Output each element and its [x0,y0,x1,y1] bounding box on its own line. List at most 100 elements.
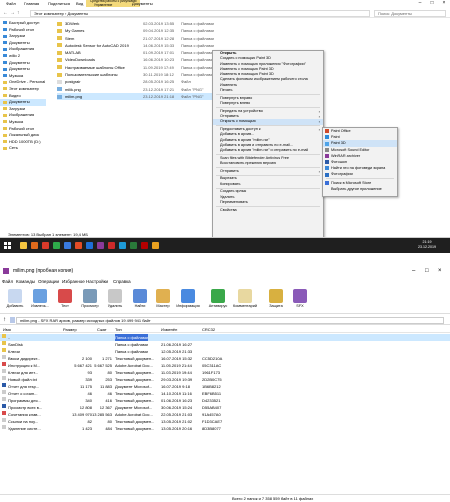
tab-share[interactable]: Поделиться [44,0,74,7]
table-row[interactable]: Отчет для resp... 11 175 11 883 Документ Mi… [0,383,450,390]
taskbar-app-icon[interactable] [86,242,93,249]
taskbar-app-icon[interactable] [130,242,137,249]
file-row[interactable]: Пользовательские шаблоны 30.11.2019 18:12… [57,71,217,78]
maximize-icon[interactable]: □ [426,0,438,7]
minimize-icon[interactable]: – [414,0,426,7]
search-input[interactable]: Поиск: Документы [374,10,446,17]
nav-item[interactable]: Видео [0,93,46,100]
nav-item[interactable]: willo 2 [0,53,46,60]
up-icon[interactable]: ↑ [17,10,20,16]
tab-view[interactable]: Вид [72,0,87,7]
nav-item[interactable]: Документы [0,66,46,73]
context-menu-item[interactable]: Свойства [213,208,323,213]
table-row[interactable]: .. Папка с файлами [0,334,450,341]
table-row[interactable]: Ввоcи дидирект... 2 100 1 271 Текстовый док… [0,355,450,362]
table-row[interactable]: Ключи для инт... 93 80 Текстовый докумен...… [0,369,450,376]
context-menu-item[interactable]: Отправить › [213,169,323,174]
menu-item[interactable]: Справка [113,278,131,286]
minimize-icon[interactable]: – [412,265,415,277]
nav-item[interactable]: Музыка [0,119,46,126]
toolbar-button[interactable]: Информация [175,289,201,313]
menu-item[interactable]: Операции [38,278,59,286]
file-row[interactable]: postgrair 28.05.2019 16:25 Файл [57,78,217,85]
taskbar-app-icon[interactable] [53,242,60,249]
table-row[interactable]: SanDisk Папка с файлами 21.06.2019 16:27 [0,341,450,348]
forward-icon[interactable]: → [10,10,15,16]
taskbar-app-icon[interactable] [108,242,115,249]
column-header-cell[interactable]: Имя [3,326,11,333]
archive-path[interactable]: milim.png - SFX RAR архив, размер исходн… [16,317,444,324]
file-row[interactable]: Autodesk Sensor for AutoCAD 2019 14.06.20… [57,42,217,49]
menu-item[interactable]: Настройки [86,278,108,286]
file-row[interactable]: MATLAB 01.09.2019 17:01 Папка с файлами [57,49,217,56]
toolbar-button[interactable]: Антивирус [205,289,231,313]
tab-home[interactable]: Главная [20,0,43,7]
context-menu-item[interactable]: Добавить в архив "milim.rar" и отправить… [213,148,323,153]
table-row[interactable]: Программы для... 340 416 Текстовый докумен.… [0,397,450,404]
toolbar-button[interactable]: Тест [52,289,78,313]
close-icon[interactable]: × [438,265,442,277]
taskbar-app-icon[interactable] [152,242,159,249]
nav-item[interactable]: Локальный диск [0,132,46,139]
file-row[interactable]: 3DWerk 02.03.2019 13:55 Папка с файлами [57,20,217,27]
table-row[interactable]: Удаление систе... 1 423 484 Текстовый докум… [0,425,450,432]
taskbar-app-icon[interactable] [119,242,126,249]
context-menu-item[interactable]: Переименовать [213,200,323,205]
nav-item[interactable]: Изображения [0,112,46,119]
up-icon[interactable]: ↑ [3,316,6,325]
file-row[interactable]: VideoDownloads 16.06.2019 10:23 Папка с фа… [57,56,217,63]
clock[interactable]: 21:19 23.12.2019 [418,240,436,250]
nav-item[interactable]: Музыка [0,73,46,80]
menu-item[interactable]: Файл [2,278,13,286]
taskbar-app-icon[interactable] [75,242,82,249]
file-row[interactable]: milik.png 23.12.2019 17:21 Файл "PNG" [57,86,217,93]
context-menu-item[interactable]: Печать [213,88,323,93]
toolbar-button[interactable]: Просмотр [77,289,103,313]
tab-manage[interactable]: Управление [90,3,116,8]
file-row[interactable]: milim.png 23.12.2019 21:18 Файл "PNG" [57,92,217,101]
address-field[interactable]: Этот компьютер › Документы [30,10,370,17]
menu-item[interactable]: Избранное [62,278,85,286]
file-row[interactable]: My Games 09.04.2019 12:35 Папка с файлами [57,27,217,34]
toolbar-button[interactable]: Добавить [2,289,28,313]
toolbar-button[interactable]: Комментарий [232,289,258,313]
nav-item[interactable]: Загрузки [0,106,46,113]
toolbar-button[interactable]: Удалить [102,289,128,313]
taskbar-app-icon[interactable] [42,242,49,249]
menu-item[interactable]: Команды [16,278,35,286]
toolbar-button[interactable]: Мастер [150,289,176,313]
nav-item[interactable]: Документы [0,40,46,47]
file-row[interactable]: Stem 21.07.2019 12:28 Папка с файлами [57,35,217,42]
nav-item[interactable]: Документы [0,99,46,106]
nav-item[interactable]: Документы [0,60,46,67]
table-row[interactable]: Ссылки на ноу... 82 80 Текстовый докумен...… [0,418,450,425]
taskbar-app-icon[interactable] [97,242,104,249]
taskbar-app-icon[interactable] [141,242,148,249]
toolbar-button[interactable]: SFX [287,289,313,313]
maximize-icon[interactable]: □ [425,265,429,277]
table-row[interactable]: Новый файл.txt 339 253 Текстовый докумен...… [0,376,450,383]
column-header-cell[interactable]: Тип [115,326,122,333]
column-header-cell[interactable]: Изменён [161,326,177,333]
taskbar-app-icon[interactable] [31,242,38,249]
toolbar-button[interactable]: Извлечь... [27,289,53,313]
context-menu-item[interactable]: Открыть с помощью › [213,119,323,125]
open-with-item[interactable]: Фотографии [323,171,397,177]
table-row[interactable]: Отчет о сочин... 46 46 Текстовый докумен...… [0,390,450,397]
taskbar-app-icon[interactable] [20,242,27,249]
table-row[interactable]: Инструкция к М... 5 667 421 5 667 525 Adobe… [0,362,450,369]
nav-item[interactable]: Этот компьютер [0,86,46,93]
nav-item[interactable]: Рабочий стол [0,27,46,34]
column-header-cell[interactable]: Сжат [97,326,107,333]
table-row[interactable]: Сочетания клав... 13 409 970 13 285 563 Ado… [0,411,450,418]
nav-item[interactable]: Сеть [0,145,46,152]
nav-item[interactable]: OneDrive - Personal [0,79,46,86]
tab-file[interactable]: Файл [2,0,20,7]
open-with-item[interactable]: Выбрать другое приложение [323,186,397,192]
file-row[interactable]: Настраиваемые шаблоны Office 11.09.2019 1… [57,64,217,71]
nav-item[interactable]: Быстрый доступ [0,20,46,27]
back-icon[interactable]: ← [3,10,8,16]
nav-item[interactable]: Рабочий стол [0,126,46,133]
nav-item[interactable]: Загрузки [0,33,46,40]
start-icon[interactable] [4,242,11,249]
